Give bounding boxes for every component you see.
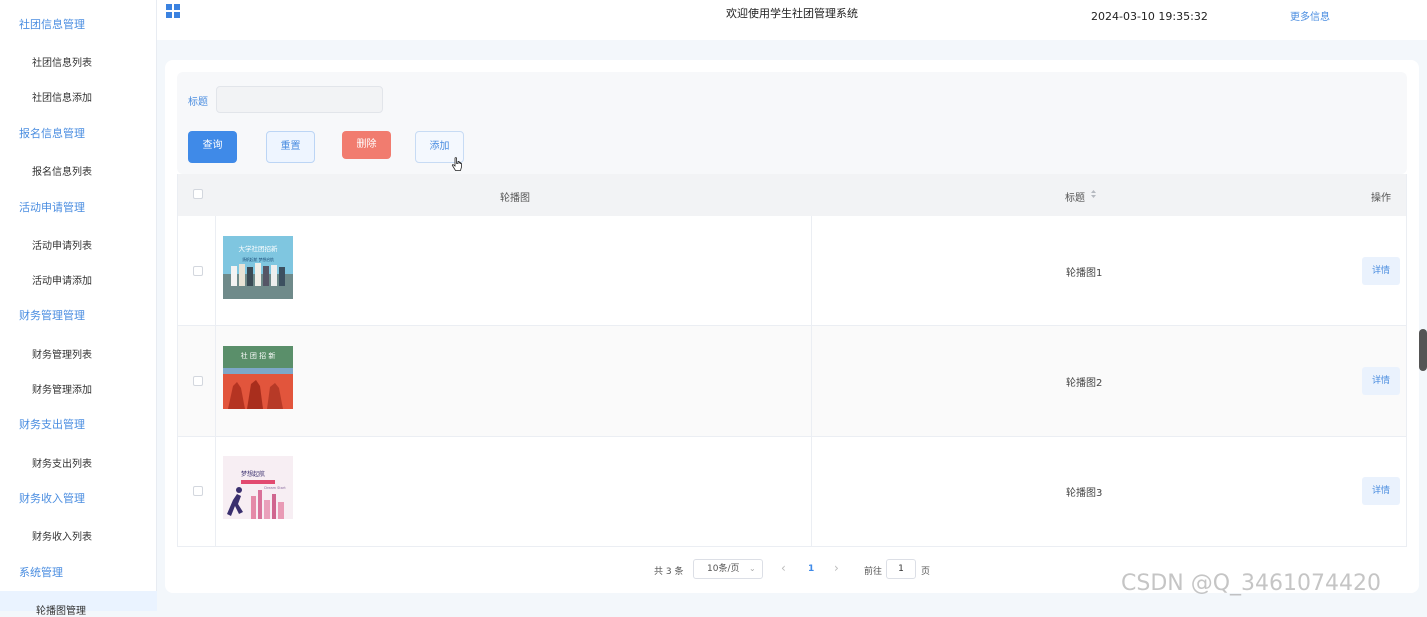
table-border	[177, 174, 178, 546]
column-header-title[interactable]: 标题	[1065, 189, 1085, 204]
reset-button[interactable]: 重置	[266, 131, 315, 163]
goto-label: 前往	[864, 567, 883, 577]
sidebar-group-finance[interactable]: 财务管理管理	[19, 307, 85, 323]
page-suffix-label: 页	[921, 567, 931, 577]
row-divider	[177, 436, 1407, 437]
thumbnail-subcaption: Dream Start	[264, 486, 286, 490]
carousel-thumbnail[interactable]: 大学社团招新 扬帆起航 梦想启航	[223, 236, 293, 299]
grid-menu-icon[interactable]	[166, 4, 180, 18]
next-page-button[interactable]: ›	[834, 561, 839, 575]
watermark: CSDN @Q_3461074420	[1121, 571, 1382, 596]
query-button[interactable]: 查询	[188, 131, 237, 163]
detail-button[interactable]: 详情	[1362, 477, 1400, 505]
row-title: 轮播图2	[1066, 378, 1103, 389]
title-label: 标题	[188, 97, 208, 108]
delete-button[interactable]: 删除	[342, 131, 391, 159]
table-row	[177, 326, 1407, 436]
sidebar-item-signup-list[interactable]: 报名信息列表	[32, 163, 92, 178]
column-header-action: 操作	[1371, 193, 1391, 204]
sidebar-item-activity-list[interactable]: 活动申请列表	[32, 237, 92, 252]
title-input[interactable]	[216, 86, 383, 113]
thumbnail-caption: 社 团 招 新	[241, 351, 276, 360]
thumbnail-caption: 大学社团招新	[239, 244, 279, 253]
welcome-text: 欢迎使用学生社团管理系统	[726, 7, 858, 20]
detail-button[interactable]: 详情	[1362, 257, 1400, 285]
thumbnail-subcaption: 扬帆起航 梦想启航	[242, 257, 274, 262]
row-title: 轮播图3	[1066, 488, 1103, 499]
row-divider	[177, 546, 1407, 547]
column-divider	[215, 216, 216, 546]
sort-icon[interactable]	[1090, 189, 1097, 199]
sidebar-group-club-info[interactable]: 社团信息管理	[19, 16, 85, 32]
sidebar-item-activity-add[interactable]: 活动申请添加	[32, 272, 92, 287]
sidebar-item-finance-list[interactable]: 财务管理列表	[32, 346, 92, 361]
row-checkbox[interactable]	[193, 486, 203, 496]
sidebar-item-expense-list[interactable]: 财务支出列表	[32, 455, 92, 470]
pagination-total: 共 3 条	[654, 567, 684, 577]
table-row	[177, 216, 1407, 325]
sidebar-group-activity[interactable]: 活动申请管理	[19, 199, 85, 215]
detail-button[interactable]: 详情	[1362, 367, 1400, 395]
row-title: 轮播图1	[1066, 268, 1103, 279]
sidebar: 社团信息管理 社团信息列表 社团信息添加 报名信息管理 报名信息列表 活动申请管…	[0, 0, 157, 617]
sidebar-item-carousel-label: 轮播图管理	[36, 606, 86, 617]
sidebar-item-club-add[interactable]: 社团信息添加	[32, 89, 92, 104]
row-divider	[177, 325, 1407, 326]
prev-page-button[interactable]: ‹	[781, 561, 786, 575]
sidebar-group-expense[interactable]: 财务支出管理	[19, 416, 85, 432]
row-checkbox[interactable]	[193, 376, 203, 386]
top-bar: 欢迎使用学生社团管理系统 2024-03-10 19:35:32 更多信息	[157, 0, 1427, 40]
sidebar-group-system[interactable]: 系统管理	[19, 564, 63, 580]
more-info-link[interactable]: 更多信息	[1290, 8, 1330, 23]
sidebar-item-income-list[interactable]: 财务收入列表	[32, 528, 92, 543]
datetime: 2024-03-10 19:35:32	[1091, 10, 1208, 23]
table-border	[1406, 174, 1407, 546]
row-checkbox[interactable]	[193, 266, 203, 276]
sidebar-item-club-list[interactable]: 社团信息列表	[32, 54, 92, 69]
table-header	[177, 174, 1407, 216]
scrollbar-thumb[interactable]	[1419, 329, 1427, 371]
page-number-current[interactable]: 1	[808, 564, 814, 574]
goto-page-input[interactable]: 1	[886, 559, 916, 579]
select-all-checkbox[interactable]	[193, 189, 203, 199]
table-row	[177, 437, 1407, 546]
sidebar-item-finance-add[interactable]: 财务管理添加	[32, 381, 92, 396]
hand-cursor-icon	[451, 157, 462, 171]
carousel-thumbnail[interactable]: 社 团 招 新	[223, 346, 293, 409]
sidebar-group-signup[interactable]: 报名信息管理	[19, 125, 85, 141]
chevron-down-icon: ⌄	[749, 564, 756, 573]
carousel-thumbnail[interactable]: 梦想起航 Dream Start	[223, 456, 293, 519]
column-header-image: 轮播图	[500, 193, 530, 204]
column-divider	[811, 216, 812, 546]
sidebar-group-income[interactable]: 财务收入管理	[19, 490, 85, 506]
sidebar-item-carousel[interactable]: 轮播图管理	[0, 591, 157, 617]
thumbnail-caption: 梦想起航	[241, 470, 265, 478]
